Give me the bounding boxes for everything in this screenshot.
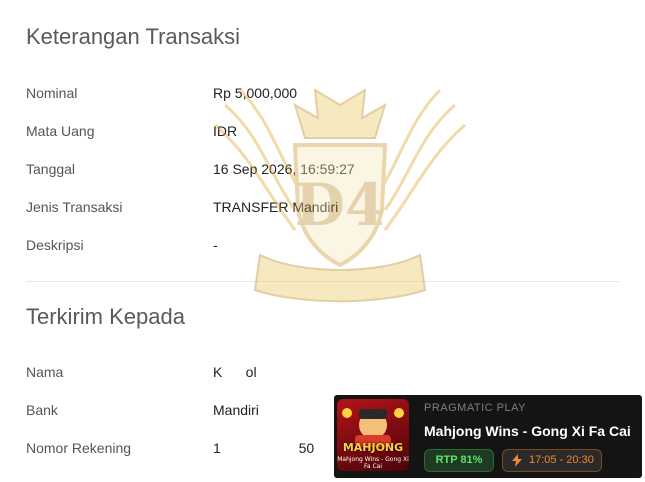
row-label: Nominal: [26, 85, 78, 101]
row-value: TRANSFER Mandiri: [213, 199, 339, 215]
thumbnail-subtitle: Mahjong Wins - Gong Xi Fa Cai: [337, 456, 409, 470]
detail-row-transaction-type: Jenis Transaksi TRANSFER Mandiri: [26, 199, 645, 219]
row-label: Nomor Rekening: [26, 440, 132, 456]
row-value: 1 50: [213, 440, 315, 456]
row-value: -: [213, 237, 218, 253]
row-label: Mata Uang: [26, 123, 95, 139]
detail-row-currency: Mata Uang IDR: [26, 123, 645, 143]
row-label: Tanggal: [26, 161, 76, 177]
section-divider: [26, 281, 620, 282]
lightning-icon: [512, 454, 522, 467]
game-title[interactable]: Mahjong Wins - Gong Xi Fa Cai: [424, 423, 631, 439]
row-label: Nama: [26, 364, 64, 380]
rtp-badge: RTP 81%: [424, 449, 494, 472]
row-value: IDR: [213, 123, 238, 139]
row-value: K ol: [213, 364, 257, 380]
time-range-badge: 17:05 - 20:30: [502, 449, 602, 472]
time-range-text: 17:05 - 20:30: [529, 454, 594, 466]
detail-row-description: Deskripsi -: [26, 237, 645, 257]
transaction-section-title: Keterangan Transaksi: [26, 24, 241, 49]
thumbnail-title: MAHJONG: [342, 441, 404, 454]
game-thumbnail[interactable]: MAHJONG Mahjong Wins - Gong Xi Fa Cai: [337, 399, 409, 471]
row-label: Deskripsi: [26, 237, 84, 253]
row-label: Jenis Transaksi: [26, 199, 123, 215]
recipient-section-title: Terkirim Kepada: [26, 304, 185, 329]
detail-row-name: Nama K ol: [26, 364, 645, 384]
row-label: Bank: [26, 402, 58, 418]
detail-row-date: Tanggal 16 Sep 2026, 16:59:27: [26, 161, 645, 181]
row-value: Rp 5,000,000: [213, 85, 298, 101]
row-value: 16 Sep 2026, 16:59:27: [213, 161, 355, 177]
game-provider: PRAGMATIC PLAY: [424, 402, 526, 414]
detail-row-nominal: Nominal Rp 5,000,000: [26, 85, 645, 105]
row-value: Mandiri: [213, 402, 259, 418]
game-promo-card[interactable]: MAHJONG Mahjong Wins - Gong Xi Fa Cai PR…: [334, 395, 642, 478]
